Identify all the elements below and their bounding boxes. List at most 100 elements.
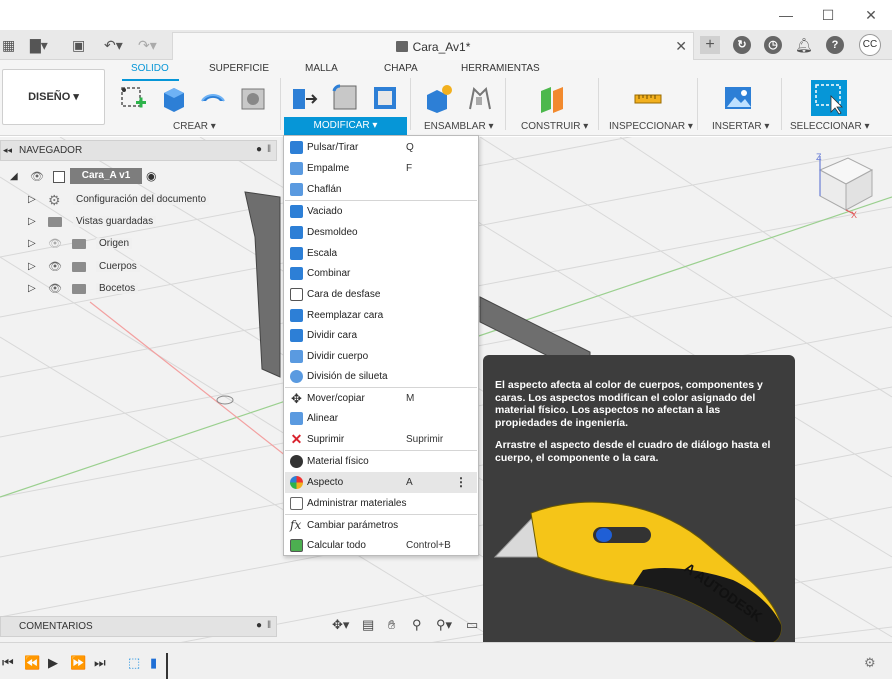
menu-item-chamfer[interactable]: Chaflán (285, 179, 477, 200)
step-back-icon[interactable]: ⏪ (24, 655, 40, 671)
extrude-icon[interactable] (158, 83, 188, 113)
visibility-icon[interactable]: 👁︎ (48, 260, 62, 273)
revolve-icon[interactable] (198, 83, 228, 113)
workspace-switcher[interactable]: DISEÑO ▾ (2, 69, 105, 125)
navigator-item[interactable]: ▷ 👁︎ Bocetos (28, 279, 228, 299)
visibility-icon[interactable]: 👁︎ (48, 282, 62, 295)
menu-item-align[interactable]: Alinear (285, 408, 477, 429)
display-settings-icon[interactable]: ▭ (466, 617, 478, 633)
group-insertar[interactable]: INSERTAR ▾ (712, 121, 769, 132)
hole-icon[interactable] (238, 83, 268, 113)
navigator-item[interactable]: ▷ Vistas guardadas (28, 212, 228, 232)
group-seleccionar[interactable]: SELECCIONAR ▾ (790, 121, 869, 132)
menu-item-draft[interactable]: Desmoldeo (285, 222, 477, 243)
redo-icon[interactable]: ↷▾ (138, 36, 157, 54)
active-component-radio[interactable]: ◉ (146, 169, 156, 183)
expand-icon[interactable]: ▷ (28, 283, 36, 294)
navigator-item[interactable]: ▷ 👁︎ Origen (28, 234, 228, 254)
select-icon[interactable] (811, 80, 847, 116)
go-to-start-icon[interactable]: ⏮ (2, 655, 14, 671)
tab-malla[interactable]: MALLA (305, 63, 338, 74)
tab-herramientas[interactable]: HERRAMIENTAS (461, 63, 540, 74)
menu-item-shell[interactable]: Vaciado (285, 201, 477, 222)
history-icon[interactable]: ◷ (764, 36, 782, 54)
menu-item-offset-face[interactable]: Cara de desfase (285, 284, 477, 305)
menu-item-delete[interactable]: ✕ Suprimir Suprimir (285, 429, 477, 450)
navigator-item[interactable]: ▷ 👁︎ Cuerpos (28, 257, 228, 277)
collapse-icon[interactable]: ◂◂ (3, 145, 12, 156)
timeline-sketch-icon[interactable]: ⬚ (128, 655, 140, 671)
group-crear[interactable]: CREAR ▾ (173, 121, 216, 132)
menu-item-combine[interactable]: Combinar (285, 263, 477, 284)
group-construir[interactable]: CONSTRUIR ▾ (521, 121, 588, 132)
timeline-marker[interactable] (166, 653, 168, 679)
navigator-options-icon[interactable]: ● (256, 144, 262, 155)
menu-item-press-pull[interactable]: Pulsar/Tirar Q (285, 137, 477, 158)
menu-item-fillet[interactable]: Empalme F (285, 158, 477, 179)
help-icon[interactable]: ? (826, 36, 844, 54)
menu-item-appearance[interactable]: Aspecto A ⋮ (285, 472, 477, 493)
comments-options-icon[interactable]: ● (256, 620, 262, 631)
new-tab-icon[interactable]: + (700, 36, 720, 54)
measure-icon[interactable] (633, 83, 663, 113)
menu-item-silhouette-split[interactable]: División de silueta (285, 366, 477, 387)
tab-superficie[interactable]: SUPERFICIE (209, 63, 269, 74)
save-icon[interactable]: ▣ (72, 36, 85, 54)
menu-item-scale[interactable]: Escala (285, 243, 477, 264)
pan-icon[interactable]: ✋︎ (388, 617, 395, 633)
expand-icon[interactable]: ▷ (28, 194, 36, 205)
navigator-item[interactable]: ▷ ⚙ Configuración del documento (28, 190, 228, 210)
expand-icon[interactable]: ▷ (28, 261, 36, 272)
create-sketch-icon[interactable] (118, 83, 148, 113)
step-forward-icon[interactable]: ⏩ (70, 655, 86, 671)
timeline-extrude-icon[interactable]: ▮ (150, 655, 157, 671)
menu-item-split-face[interactable]: Dividir cara (285, 325, 477, 346)
fillet-tool-icon[interactable] (330, 83, 360, 113)
new-component-icon[interactable] (424, 83, 454, 113)
expand-icon[interactable]: ▷ (28, 238, 36, 249)
press-pull-tool-icon[interactable] (290, 83, 320, 113)
minimize-button[interactable]: — (776, 6, 796, 24)
shell-tool-icon[interactable] (370, 83, 400, 113)
offset-plane-icon[interactable] (537, 83, 567, 113)
job-status-icon[interactable]: ↻ (733, 36, 751, 54)
close-tab-icon[interactable]: ✕ (675, 38, 687, 55)
group-modificar[interactable]: MODIFICAR ▾ (284, 117, 407, 135)
expand-icon[interactable]: ▷ (28, 216, 36, 227)
go-to-end-icon[interactable]: ⏭ (94, 655, 106, 671)
visibility-icon[interactable]: 👁︎ (30, 170, 44, 183)
group-ensamblar[interactable]: ENSAMBLAR ▾ (424, 121, 493, 132)
menu-item-change-parameters[interactable]: fx Cambiar parámetros (285, 515, 477, 536)
look-at-icon[interactable]: ▤ (362, 617, 374, 633)
menu-item-compute-all[interactable]: Calcular todo Control+B (285, 535, 477, 556)
group-inspeccionar[interactable]: INSPECCIONAR ▾ (609, 121, 693, 132)
document-tab[interactable]: Cara_Av1* ✕ (172, 32, 694, 60)
close-window-button[interactable]: ✕ (861, 6, 881, 24)
timeline-settings-icon[interactable]: ⚙ (864, 655, 876, 671)
menu-item-manage-materials[interactable]: Administrar materiales (285, 493, 477, 514)
menu-item-replace-face[interactable]: Reemplazar cara (285, 305, 477, 326)
menu-item-move-copy[interactable]: ✥ Mover/copiar M (285, 388, 477, 409)
navigator-root-label[interactable]: Cara_A v1 (70, 168, 142, 184)
comments-pin-icon[interactable]: ‖ (267, 620, 271, 631)
menu-item-split-body[interactable]: Dividir cuerpo (285, 346, 477, 367)
file-menu-icon[interactable]: ▇▾ (30, 36, 48, 54)
zoom-icon[interactable]: ⚲ (412, 617, 422, 633)
tab-chapa[interactable]: CHAPA (384, 63, 418, 74)
expand-icon[interactable]: ◢ (10, 171, 18, 182)
play-icon[interactable]: ▶ (48, 655, 58, 671)
grid-menu-icon[interactable]: ▦ (2, 36, 15, 54)
notifications-icon[interactable]: 🔔︎ (795, 36, 813, 54)
tab-solido[interactable]: SOLIDO (131, 63, 169, 74)
joint-icon[interactable] (464, 83, 494, 113)
undo-icon[interactable]: ↶▾ (104, 36, 123, 54)
navigator-pin-icon[interactable]: ‖ (267, 144, 271, 155)
hidden-eye-icon[interactable]: 👁︎ (48, 237, 62, 250)
orbit-icon[interactable]: ✥▾ (332, 617, 349, 633)
zoom-window-icon[interactable]: ⚲▾ (436, 617, 452, 633)
user-avatar[interactable]: CC (859, 34, 881, 56)
maximize-button[interactable]: ☐ (818, 6, 838, 24)
insert-image-icon[interactable] (723, 83, 753, 113)
menu-item-physical-material[interactable]: Material físico (285, 451, 477, 472)
more-options-icon[interactable]: ⋮ (455, 475, 467, 489)
